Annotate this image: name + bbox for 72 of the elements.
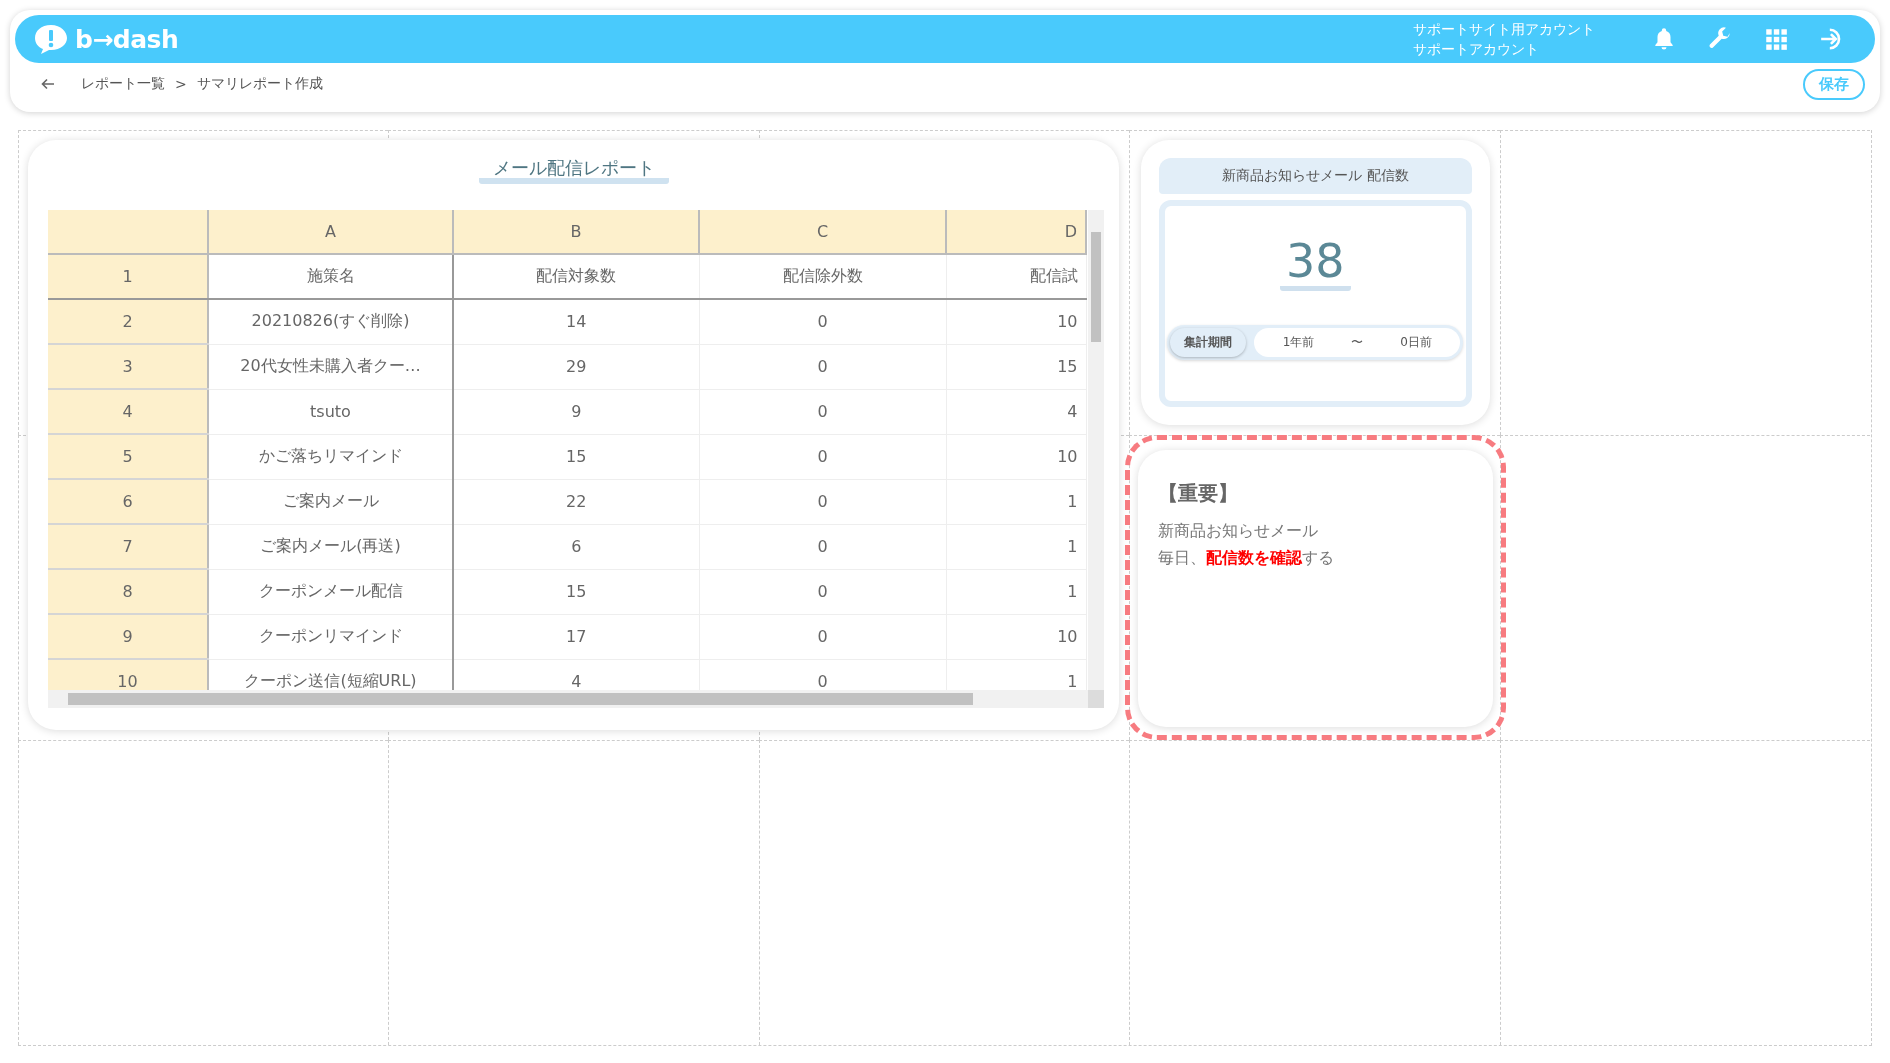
row-header[interactable]: 2: [48, 299, 208, 344]
table-cell: ご案内メール(再送): [208, 524, 453, 569]
table-cell: 15: [453, 569, 699, 614]
table-cell: 9: [453, 389, 699, 434]
column-header[interactable]: D: [946, 210, 1086, 254]
scrollbar-corner: [1088, 690, 1104, 708]
breadcrumb-current: サマリレポート作成: [196, 75, 323, 93]
table-cell: 6: [453, 524, 699, 569]
table-cell: 配信対象数: [453, 254, 699, 299]
period-from: 1年前: [1282, 334, 1315, 351]
report-title: メール配信レポート: [478, 158, 669, 184]
table-cell: ご案内メール: [208, 479, 453, 524]
period-separator: 〜: [1351, 334, 1364, 351]
row-header[interactable]: 8: [48, 569, 208, 614]
grid-icon[interactable]: [1763, 26, 1789, 52]
column-header[interactable]: B: [453, 210, 699, 254]
count-value: 38: [1280, 236, 1351, 291]
note-text: 毎日、配信数を確認する: [1158, 547, 1336, 569]
row-header[interactable]: 5: [48, 434, 208, 479]
table-cell: 1: [946, 569, 1086, 614]
row-header[interactable]: 7: [48, 524, 208, 569]
table-cell: 0: [699, 524, 946, 569]
table-cell: 15: [946, 344, 1086, 389]
table-cell: 10: [946, 614, 1086, 659]
table-cell: 配信試: [946, 254, 1086, 299]
row-header[interactable]: 1: [48, 254, 208, 299]
table-cell: 配信除外数: [699, 254, 946, 299]
table-cell: クーポンリマインド: [208, 614, 453, 659]
row-header[interactable]: 6: [48, 479, 208, 524]
back-arrow-icon[interactable]: [40, 76, 56, 92]
table-cell: 1: [946, 479, 1086, 524]
table-cell: 0: [699, 344, 946, 389]
table-cell: 0: [699, 389, 946, 434]
table-cell: tsuto: [208, 389, 453, 434]
table-cell: 29: [453, 344, 699, 389]
column-header[interactable]: C: [699, 210, 946, 254]
horizontal-scrollbar[interactable]: [48, 690, 1088, 708]
row-header[interactable]: 3: [48, 344, 208, 389]
row-header[interactable]: 9: [48, 614, 208, 659]
table-cell: 施策名: [208, 254, 453, 299]
row-header[interactable]: 10: [48, 659, 208, 690]
table-cell: 15: [453, 434, 699, 479]
table-cell: 0: [699, 614, 946, 659]
table-cell: 17: [453, 614, 699, 659]
breadcrumb-separator: >: [175, 76, 187, 92]
breadcrumb-link[interactable]: レポート一覧: [81, 75, 165, 93]
table-cell: 0: [699, 569, 946, 614]
column-header[interactable]: A: [208, 210, 453, 254]
table-cell: 14: [453, 299, 699, 344]
note-text: 新商品お知らせメール: [1158, 520, 1320, 542]
table-cell: 10: [946, 299, 1086, 344]
table-cell: 0: [699, 479, 946, 524]
logo-icon: [33, 23, 69, 55]
table-cell: 0: [699, 299, 946, 344]
account-name: サポートサイト用アカウント: [1413, 20, 1595, 39]
count-title: 新商品お知らせメール 配信数: [1159, 158, 1472, 194]
table-cell: 0: [699, 434, 946, 479]
table-cell: 22: [453, 479, 699, 524]
table-cell: 1: [946, 524, 1086, 569]
table-cell: 10: [946, 434, 1086, 479]
logo-text: b→dash: [75, 24, 179, 54]
note-title: 【重要】: [1158, 480, 1240, 507]
table-cell: 4: [946, 389, 1086, 434]
table-cell: かご落ちリマインド: [208, 434, 453, 479]
table-cell: 20代女性未購入者クー…: [208, 344, 453, 389]
account-name: サポートアカウント: [1413, 40, 1540, 59]
table-cell: クーポンメール配信: [208, 569, 453, 614]
vertical-scrollbar[interactable]: [1088, 210, 1104, 690]
table-cell: 20210826(すぐ削除): [208, 299, 453, 344]
row-header[interactable]: 4: [48, 389, 208, 434]
period-label: 集計期間: [1170, 328, 1247, 357]
period-to: 0日前: [1400, 334, 1432, 351]
